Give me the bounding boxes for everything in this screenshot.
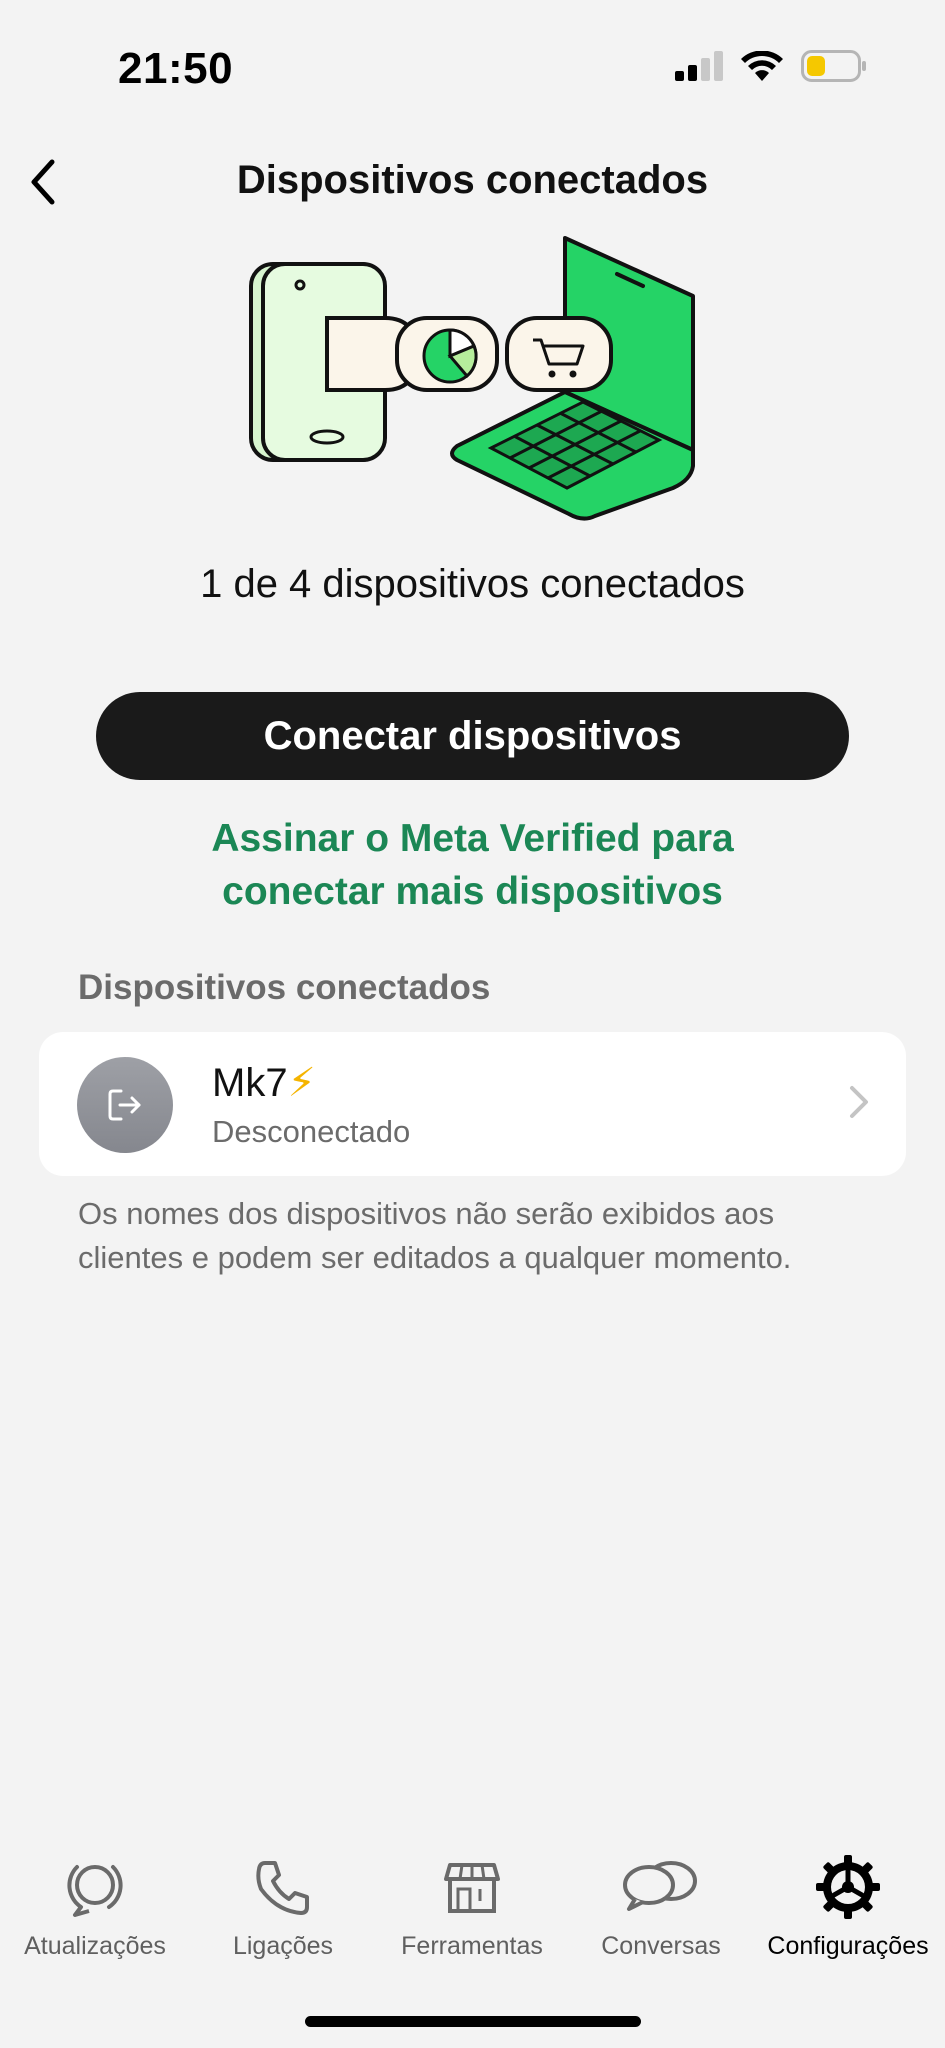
devices-section-header: Dispositivos conectados <box>78 968 491 1007</box>
cellular-signal-icon <box>675 51 723 81</box>
battery-icon <box>801 50 866 82</box>
tab-ferramentas[interactable]: Ferramentas <box>377 1852 567 1972</box>
tab-label: Configurações <box>767 1932 929 1960</box>
device-status: Desconectado <box>212 1114 411 1149</box>
device-name-text: Mk7 <box>212 1061 288 1105</box>
bottom-tab-bar: Atualizações Ligações Ferramentas Conver… <box>0 1852 945 1972</box>
logout-icon <box>108 1089 141 1121</box>
status-icons <box>675 50 867 82</box>
tab-label: Conversas <box>601 1932 721 1960</box>
device-avatar <box>77 1057 173 1153</box>
settings-gear-icon <box>814 1852 882 1922</box>
tab-label: Ferramentas <box>401 1932 543 1960</box>
home-indicator <box>305 2016 641 2027</box>
pie-chart-icon <box>395 316 499 392</box>
updates-icon <box>63 1852 127 1922</box>
tab-label: Ligações <box>232 1932 334 1960</box>
status-bar: 21:50 <box>0 0 945 140</box>
navigation-header: Dispositivos conectados <box>0 140 945 220</box>
connect-devices-button[interactable]: Conectar dispositivos <box>96 692 849 780</box>
status-time: 21:50 <box>118 44 234 93</box>
tab-conversas[interactable]: Conversas <box>566 1852 756 1972</box>
meta-verified-line-2: conectar mais dispositivos <box>222 870 723 913</box>
tab-label: Atualizações <box>24 1932 166 1960</box>
connected-devices-illustration <box>249 236 695 521</box>
device-row[interactable]: Mk7⚡ Desconectado <box>39 1032 906 1176</box>
tab-ligacoes[interactable]: Ligações <box>188 1852 378 1972</box>
storefront-icon <box>440 1852 504 1922</box>
device-count-text: 1 de 4 dispositivos conectados <box>200 562 745 606</box>
phone-icon <box>251 1852 315 1922</box>
meta-verified-link[interactable]: Assinar o Meta Verified para conectar ma… <box>100 812 845 918</box>
chevron-right-icon <box>850 1086 868 1118</box>
wifi-icon <box>741 51 783 81</box>
tab-atualizacoes[interactable]: Atualizações <box>0 1852 190 1972</box>
shopping-cart-icon <box>505 316 613 392</box>
meta-verified-line-1: Assinar o Meta Verified para <box>211 817 734 860</box>
lightning-emoji: ⚡ <box>287 1061 316 1105</box>
devices-footnote: Os nomes dos dispositivos não serão exib… <box>78 1196 792 1275</box>
tab-configuracoes[interactable]: Configurações <box>753 1852 943 1972</box>
chats-icon <box>621 1852 701 1922</box>
device-name: Mk7⚡ <box>212 1060 316 1106</box>
page-title: Dispositivos conectados <box>236 158 709 202</box>
